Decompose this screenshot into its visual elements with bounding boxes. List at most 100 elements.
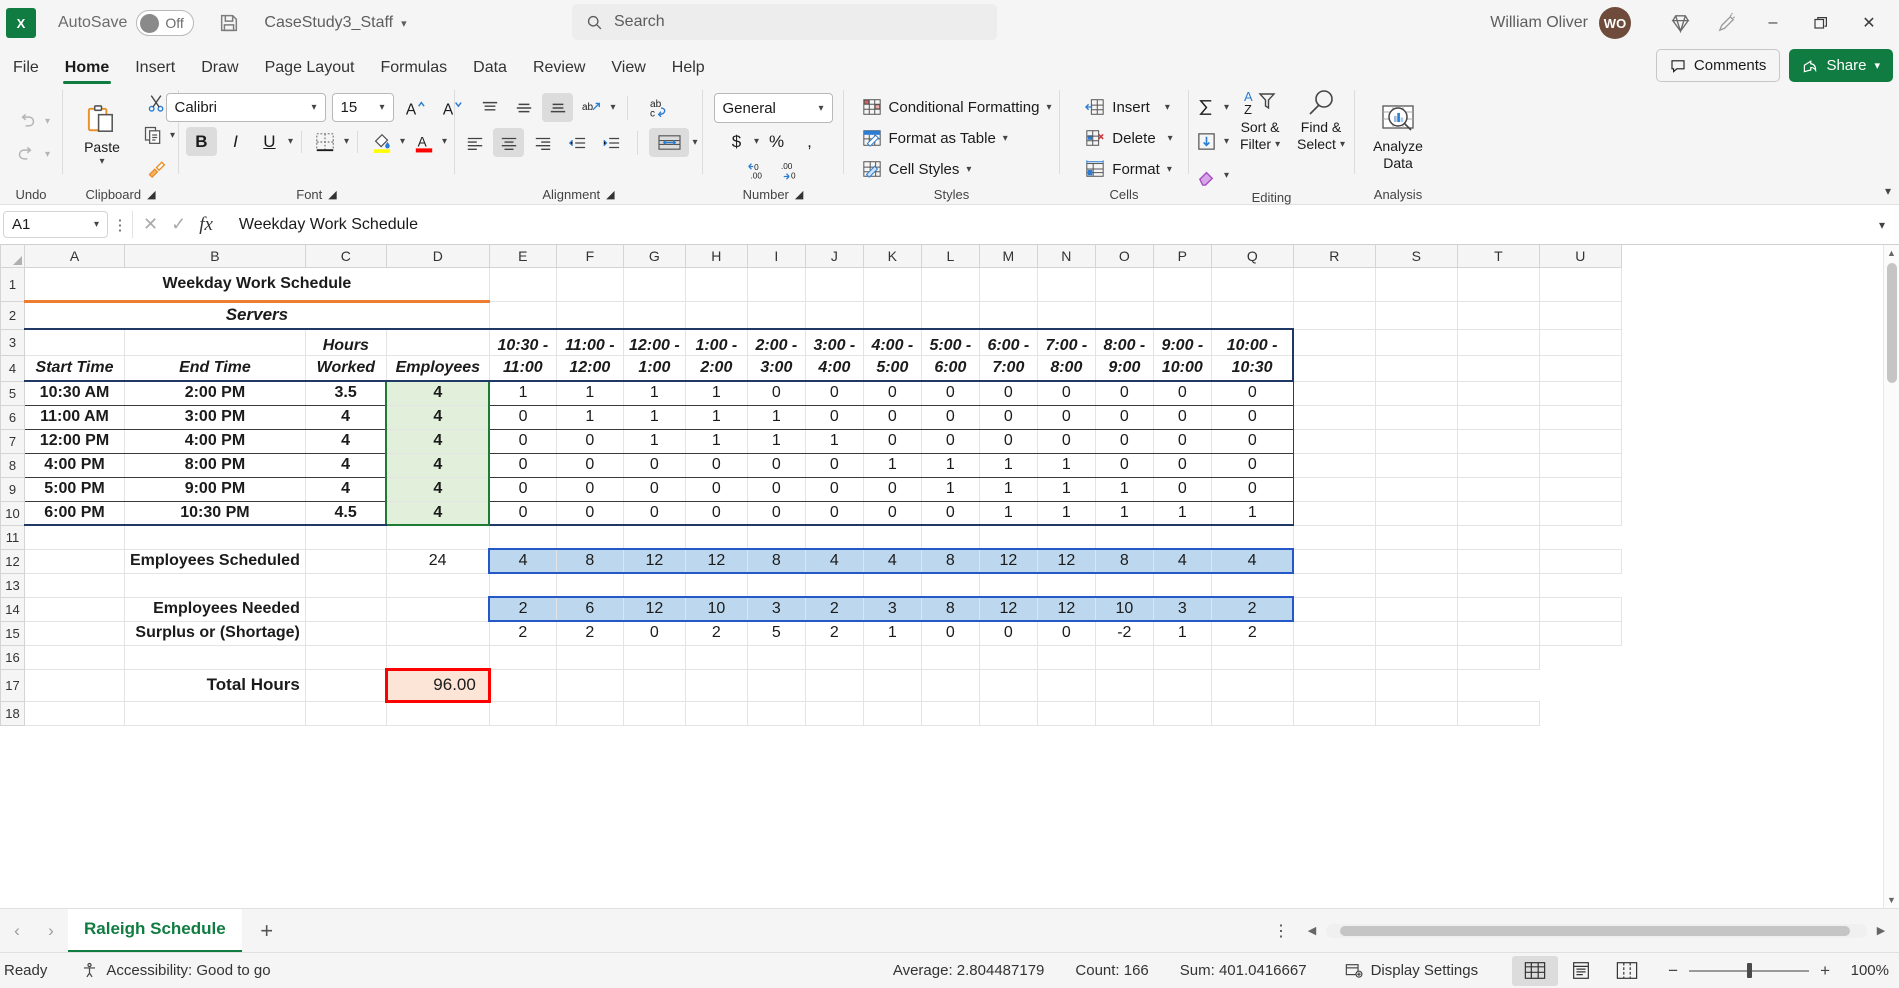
scheduled-9[interactable]: 12 [978,548,1038,574]
slot-header-6-line2[interactable]: 4:00 [804,354,864,382]
cell-empty[interactable] [1036,700,1096,726]
cell-empty[interactable] [1292,700,1376,726]
cell-empty[interactable] [1152,572,1212,598]
shift-slot-6-12[interactable]: 1 [1152,500,1212,526]
surplus-label[interactable]: Surplus or (Shortage) [124,620,306,646]
avatar[interactable]: WO [1599,7,1631,39]
cell-empty[interactable] [1152,644,1212,670]
column-header-D[interactable]: D [385,245,490,268]
shift-slot-5-13[interactable]: 0 [1210,476,1294,502]
cell-empty[interactable] [1292,572,1376,598]
cell-empty[interactable] [1538,476,1622,502]
cell-empty[interactable] [1456,644,1540,670]
cell-empty[interactable] [1374,572,1458,598]
orientation-dropdown-icon[interactable]: ▾ [610,102,615,113]
scheduled-1[interactable]: 4 [488,548,557,574]
cell-empty[interactable] [746,644,806,670]
scheduled-4[interactable]: 12 [684,548,748,574]
shift-slot-6-3[interactable]: 0 [622,500,686,526]
spreadsheet-grid[interactable]: A B C D E F G H I J K L M N O P Q R S T [0,245,1899,908]
row-header-15[interactable]: 15 [0,620,25,646]
shift-employees-3[interactable]: 4 [385,428,491,454]
needed-11[interactable]: 10 [1094,596,1154,622]
paste-button[interactable]: Paste ▾ [72,103,132,167]
align-middle-button[interactable] [508,93,539,122]
tab-help[interactable]: Help [659,52,718,84]
slot-header-4-line1[interactable]: 1:00 - [684,328,748,356]
cell-empty[interactable] [1456,404,1540,430]
redo-dropdown-icon[interactable]: ▾ [45,149,50,160]
shift-end-6[interactable]: 10:30 PM [124,500,306,526]
column-header-F[interactable]: F [555,245,624,268]
cell-empty[interactable] [1292,596,1376,622]
cell-empty[interactable] [304,700,387,726]
row-header-18[interactable]: 18 [0,700,25,726]
cell-empty[interactable] [622,644,686,670]
currency-format-button[interactable]: $ [721,127,752,156]
cell-empty[interactable] [622,700,686,726]
tab-insert[interactable]: Insert [122,52,188,84]
cell-empty[interactable] [862,300,922,330]
slot-header-1-line2[interactable]: 11:00 [488,354,557,382]
needed-8[interactable]: 8 [920,596,980,622]
cell-empty[interactable] [920,644,980,670]
cell-empty[interactable] [920,300,980,330]
cell-empty[interactable] [1456,700,1540,726]
cell-empty[interactable] [978,700,1038,726]
shift-slot-5-4[interactable]: 0 [684,476,748,502]
cell-empty[interactable] [1374,404,1458,430]
shift-slot-1-5[interactable]: 0 [746,380,806,406]
cell-empty[interactable] [304,524,387,550]
shift-slot-3-2[interactable]: 0 [555,428,624,454]
cell-empty[interactable] [24,524,125,550]
shift-start-4[interactable]: 4:00 PM [24,452,125,478]
cell-empty[interactable] [1538,428,1622,454]
section-label[interactable]: Servers [24,300,490,330]
clear-dropdown-icon[interactable]: ▾ [1224,170,1229,181]
cell-empty[interactable] [1456,428,1540,454]
cell-empty[interactable] [804,572,864,598]
cell-empty[interactable] [1538,328,1622,356]
cell-empty[interactable] [804,524,864,550]
shift-slot-2-12[interactable]: 0 [1152,404,1212,430]
shift-slot-6-8[interactable]: 0 [920,500,980,526]
cell-empty[interactable] [746,572,806,598]
tab-draw[interactable]: Draw [188,52,251,84]
fill-color-button[interactable] [366,127,397,156]
column-header-E[interactable]: E [488,245,557,268]
slot-header-12-line2[interactable]: 10:00 [1152,354,1212,382]
total-hours-value[interactable]: 96.00 [384,667,491,703]
cell-empty[interactable] [1374,596,1458,622]
cell-empty[interactable] [488,266,557,302]
cancel-entry-icon[interactable]: ✕ [143,214,158,235]
cell-empty[interactable] [978,572,1038,598]
needed-label[interactable]: Employees Needed [124,596,306,622]
normal-view-button[interactable] [1512,955,1559,986]
borders-button[interactable] [310,127,341,156]
cell-empty[interactable] [684,524,748,550]
surplus-7[interactable]: 1 [862,620,922,646]
cell-empty[interactable] [1210,300,1294,330]
shift-slot-4-10[interactable]: 1 [1036,452,1096,478]
cell-empty[interactable] [804,300,864,330]
cell-empty[interactable] [746,668,806,702]
slot-header-13-line1[interactable]: 10:00 - [1210,328,1295,356]
shift-slot-5-6[interactable]: 0 [804,476,864,502]
underline-dropdown-icon[interactable]: ▾ [288,136,293,147]
cell-empty[interactable] [804,700,864,726]
slot-header-5-line2[interactable]: 3:00 [746,354,806,382]
tab-data[interactable]: Data [460,52,520,84]
shift-slot-3-10[interactable]: 0 [1036,428,1096,454]
shift-slot-6-5[interactable]: 0 [746,500,806,526]
cell-empty[interactable] [1292,452,1376,478]
tab-view[interactable]: View [598,52,658,84]
shift-start-1[interactable]: 10:30 AM [24,380,125,406]
zoom-slider[interactable] [1689,963,1810,978]
cell-empty[interactable] [555,700,624,726]
slot-header-2-line2[interactable]: 12:00 [555,354,624,382]
bold-button[interactable]: B [185,127,217,156]
slot-header-11-line2[interactable]: 9:00 [1094,354,1154,382]
cell-empty[interactable] [622,572,686,598]
font-dialog-launcher[interactable]: ◢ [328,188,336,201]
shift-start-2[interactable]: 11:00 AM [24,404,125,430]
